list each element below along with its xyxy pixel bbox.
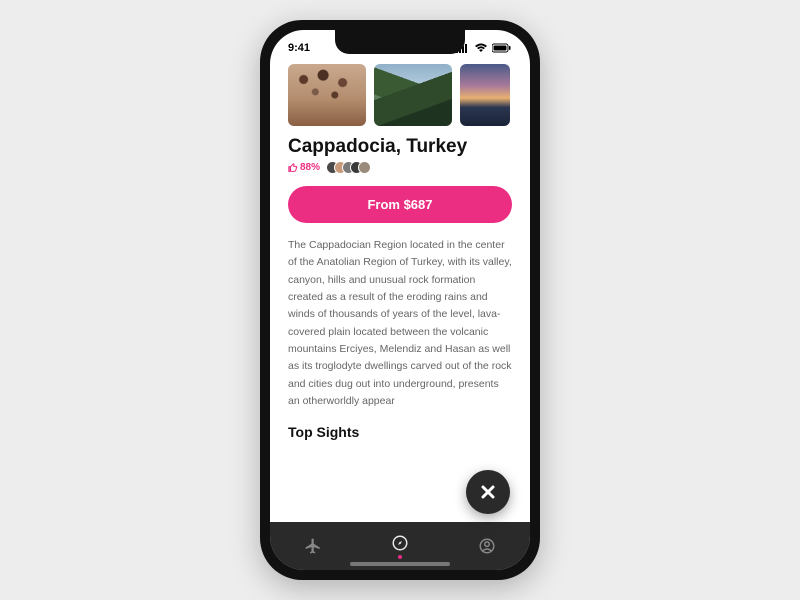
status-indicators <box>456 43 512 53</box>
gallery-thumb-3[interactable] <box>460 64 510 126</box>
gallery-thumb-2[interactable] <box>374 64 452 126</box>
phone-frame: 9:41 Cappadocia, Turkey <box>260 20 540 580</box>
tab-profile[interactable] <box>467 526 507 566</box>
top-sights-heading: Top Sights <box>288 424 512 440</box>
wifi-icon <box>474 43 488 53</box>
status-time: 9:41 <box>288 42 310 54</box>
price-cta-button[interactable]: From $687 <box>288 186 512 223</box>
tab-explore[interactable] <box>380 526 420 566</box>
close-fab-button[interactable] <box>466 470 510 514</box>
home-indicator[interactable] <box>350 562 450 566</box>
compass-icon <box>391 534 409 552</box>
active-tab-indicator <box>398 555 402 559</box>
photo-gallery[interactable] <box>288 64 512 126</box>
content-scroll[interactable]: Cappadocia, Turkey 88% From $687 Th <box>270 60 530 522</box>
plane-icon <box>304 537 322 555</box>
screen: 9:41 Cappadocia, Turkey <box>270 30 530 570</box>
tab-bar <box>270 522 530 570</box>
tab-flights[interactable] <box>293 526 333 566</box>
like-percent: 88% <box>300 162 320 173</box>
destination-description: The Cappadocian Region located in the ce… <box>288 237 512 410</box>
destination-meta: 88% <box>288 161 512 174</box>
avatar-stack[interactable] <box>326 161 371 174</box>
user-icon <box>478 537 496 555</box>
battery-icon <box>492 43 512 53</box>
notch <box>335 30 465 54</box>
like-rating: 88% <box>288 162 320 173</box>
avatar <box>358 161 371 174</box>
gallery-thumb-1[interactable] <box>288 64 366 126</box>
destination-title: Cappadocia, Turkey <box>288 136 512 158</box>
thumbs-up-icon <box>288 163 298 173</box>
close-icon <box>480 484 496 500</box>
